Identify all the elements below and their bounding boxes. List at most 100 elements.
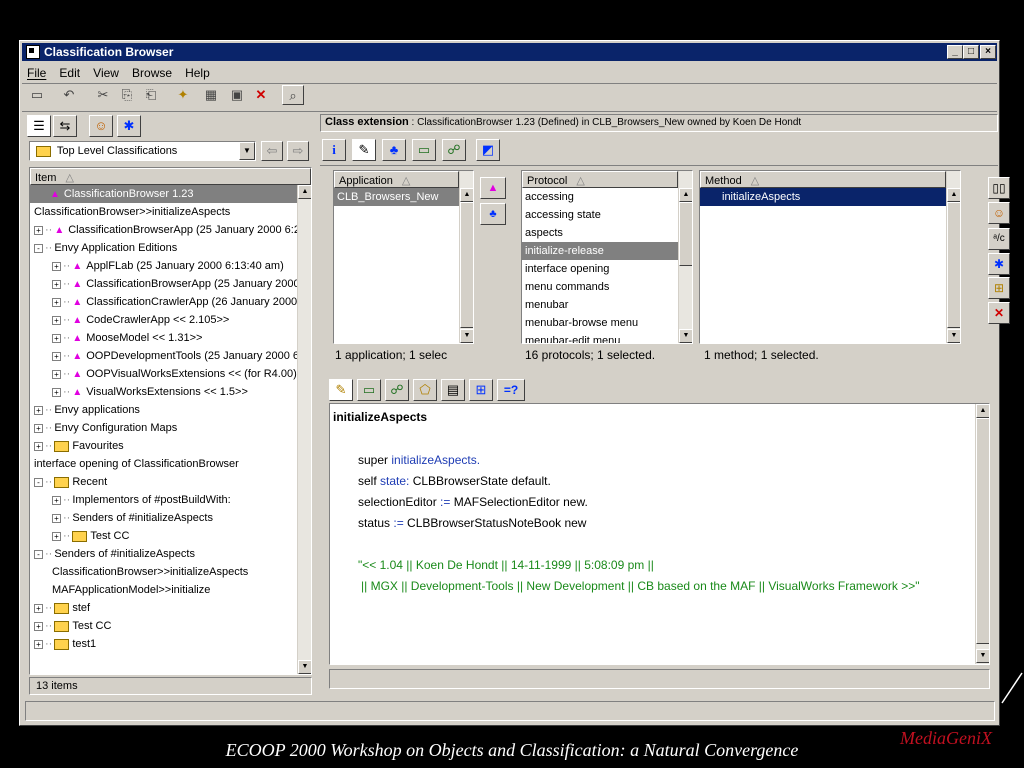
list-item[interactable]: menubar-browse menu [522, 314, 678, 332]
collapse-icon[interactable]: - [34, 477, 43, 487]
tree-item[interactable]: ▲ ClassificationBrowser 1.23 [30, 185, 297, 203]
scroll-thumb[interactable] [947, 202, 960, 328]
tree-item[interactable]: + ·· Envy Configuration Maps [30, 419, 297, 437]
delete-icon[interactable]: ✕ [988, 302, 1010, 324]
corner-icon[interactable]: ◩ [476, 139, 500, 161]
tree-item[interactable]: - ·· Envy Application Editions [30, 239, 297, 257]
menu-edit[interactable]: Edit [54, 63, 85, 83]
person-icon[interactable]: ☺ [988, 202, 1010, 224]
expand-icon[interactable]: + [52, 333, 61, 343]
window-view-icon[interactable]: ▭ [357, 379, 381, 401]
inspect-icon[interactable]: ⌕ [282, 85, 304, 105]
method-scrollbar[interactable]: ▲ ▼ [946, 171, 960, 343]
tab-person-icon[interactable]: ☺ [89, 115, 113, 137]
expand-icon[interactable]: + [52, 531, 61, 541]
rename-icon[interactable]: ᵃ/c [988, 228, 1010, 250]
class-icon[interactable]: ▲ [480, 177, 506, 199]
link-icon[interactable]: ☍ [385, 379, 409, 401]
info-icon[interactable]: i [322, 139, 346, 161]
scroll-down-icon[interactable]: ▼ [947, 329, 960, 343]
chevron-down-icon[interactable]: ▼ [239, 142, 255, 160]
scroll-down-icon[interactable]: ▼ [976, 649, 989, 663]
expand-icon[interactable]: + [52, 513, 61, 523]
scroll-up-icon[interactable]: ▲ [976, 404, 989, 418]
menu-view[interactable]: View [88, 63, 124, 83]
expand-icon[interactable]: + [52, 261, 61, 271]
expand-icon[interactable]: + [34, 405, 43, 415]
window-icon[interactable]: ▣ [226, 85, 248, 105]
expand-icon[interactable]: + [34, 639, 43, 649]
menu-file[interactable]: File [22, 63, 51, 83]
tag-icon[interactable]: ⬠ [413, 379, 437, 401]
tree-item[interactable]: + ·· ▲ ApplFLab (25 January 2000 6:13:40 am… [30, 257, 297, 275]
new-class-icon[interactable]: ✦ [172, 85, 194, 105]
tree-item[interactable]: + ·· Test CC [30, 617, 297, 635]
tree-item[interactable]: ClassificationBrowser>>initializeAspects [30, 203, 297, 221]
tree-item[interactable]: + ·· Senders of #initializeAspects [30, 509, 297, 527]
list-item[interactable]: CLB_Browsers_New [334, 188, 459, 206]
tree-item[interactable]: ClassificationBrowser>>initializeAspects [30, 563, 297, 581]
expand-icon[interactable]: + [52, 495, 61, 505]
tree-item[interactable]: + ·· ▲ ClassificationBrowserApp (25 January… [30, 221, 297, 239]
expand-icon[interactable]: + [52, 279, 61, 289]
tree-item[interactable]: + ·· Test CC [30, 527, 297, 545]
columns-icon[interactable]: ▯▯ [988, 177, 1010, 199]
compare-icon[interactable]: =? [497, 379, 525, 401]
list-item[interactable]: menubar [522, 296, 678, 314]
expand-icon[interactable]: + [52, 297, 61, 307]
scroll-thumb[interactable] [976, 418, 989, 644]
scroll-up-icon[interactable]: ▲ [947, 188, 960, 202]
scroll-up-icon[interactable]: ▲ [679, 188, 692, 202]
window-icon[interactable] [26, 45, 40, 59]
application-scrollbar[interactable]: ▲ ▼ [459, 171, 473, 343]
save-icon[interactable]: ▭ [26, 85, 48, 105]
expand-icon[interactable]: + [52, 315, 61, 325]
scroll-up-icon[interactable]: ▲ [298, 185, 311, 199]
method-column-header[interactable]: Method △ [700, 171, 946, 188]
list-item[interactable]: initializeAspects [700, 188, 946, 206]
scroll-up-icon[interactable]: ▲ [460, 188, 473, 202]
document-icon[interactable]: ▤ [441, 379, 465, 401]
undo-icon[interactable]: ↶ [58, 85, 80, 105]
expand-icon[interactable]: + [52, 369, 61, 379]
star-icon[interactable]: ✱ [988, 253, 1010, 275]
tab-list-icon[interactable]: ☰ [27, 115, 51, 137]
delete-icon[interactable]: ✕ [250, 85, 272, 105]
window-view-icon[interactable]: ▭ [412, 139, 436, 161]
scroll-down-icon[interactable]: ▼ [298, 660, 311, 674]
tree-item[interactable]: + ·· test1 [30, 635, 297, 653]
link-icon[interactable]: ☍ [442, 139, 466, 161]
tree-item[interactable]: + ·· Envy applications [30, 401, 297, 419]
forward-arrow-icon[interactable]: ⇨ [287, 141, 309, 161]
application-column-header[interactable]: Application △ [334, 171, 459, 188]
title-bar[interactable]: Classification Browser _ □ × [22, 43, 997, 61]
edit-icon[interactable]: ✎ [352, 139, 376, 161]
tree-item[interactable]: + ·· ▲ ClassificationBrowserApp (25 January… [30, 275, 297, 293]
scroll-thumb[interactable] [460, 202, 473, 328]
expand-icon[interactable]: + [34, 441, 43, 451]
paste-icon[interactable]: ⎗ [140, 85, 162, 105]
expand-icon[interactable]: + [52, 387, 61, 397]
expand-icon[interactable]: + [34, 225, 43, 235]
calculator-icon[interactable]: ▦ [200, 85, 222, 105]
protocol-column-header[interactable]: Protocol △ [522, 171, 678, 188]
list-item[interactable]: accessing [522, 188, 678, 206]
expand-icon[interactable]: + [34, 621, 43, 631]
tree-item[interactable]: + ·· Favourites [30, 437, 297, 455]
cut-icon[interactable]: ✂ [92, 85, 114, 105]
scroll-down-icon[interactable]: ▼ [679, 329, 692, 343]
tree-item[interactable]: + ·· ▲ OOPDevelopmentTools (25 January 2000… [30, 347, 297, 365]
calculator-icon[interactable]: ⊞ [988, 277, 1010, 299]
close-button[interactable]: × [980, 45, 996, 59]
list-item[interactable]: initialize-release [522, 242, 678, 260]
minimize-button[interactable]: _ [947, 45, 963, 59]
collapse-icon[interactable]: - [34, 549, 43, 559]
tree-item[interactable]: interface opening of ClassificationBrows… [30, 455, 297, 473]
tab-swap-icon[interactable]: ⇆ [53, 115, 77, 137]
scroll-down-icon[interactable]: ▼ [460, 329, 473, 343]
pencil-icon[interactable]: ✎ [329, 379, 353, 401]
copy-icon[interactable]: ⎘ [116, 85, 138, 105]
tree-item[interactable]: - ·· Recent [30, 473, 297, 491]
tree-item[interactable]: + ·· ▲ OOPVisualWorksExtensions << (for R4.… [30, 365, 297, 383]
scroll-thumb[interactable] [679, 202, 692, 266]
